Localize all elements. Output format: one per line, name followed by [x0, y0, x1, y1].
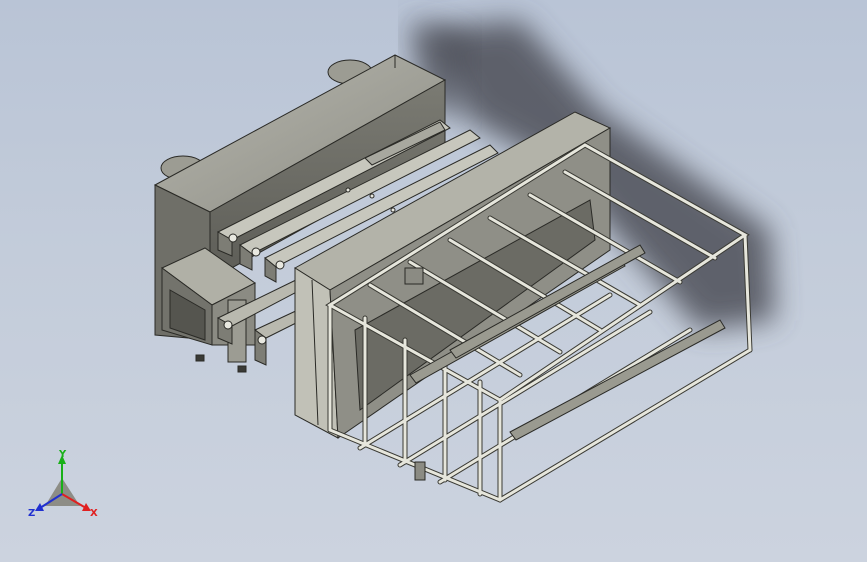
cad-graphics-viewport[interactable]: Y X Z	[0, 0, 867, 562]
z-axis-label: Z	[28, 508, 35, 519]
y-axis-label: Y	[58, 449, 67, 460]
model-canvas[interactable]: Y X Z	[0, 0, 867, 562]
x-axis-label: X	[90, 508, 98, 519]
coordinate-triad: Y X Z	[28, 449, 98, 519]
